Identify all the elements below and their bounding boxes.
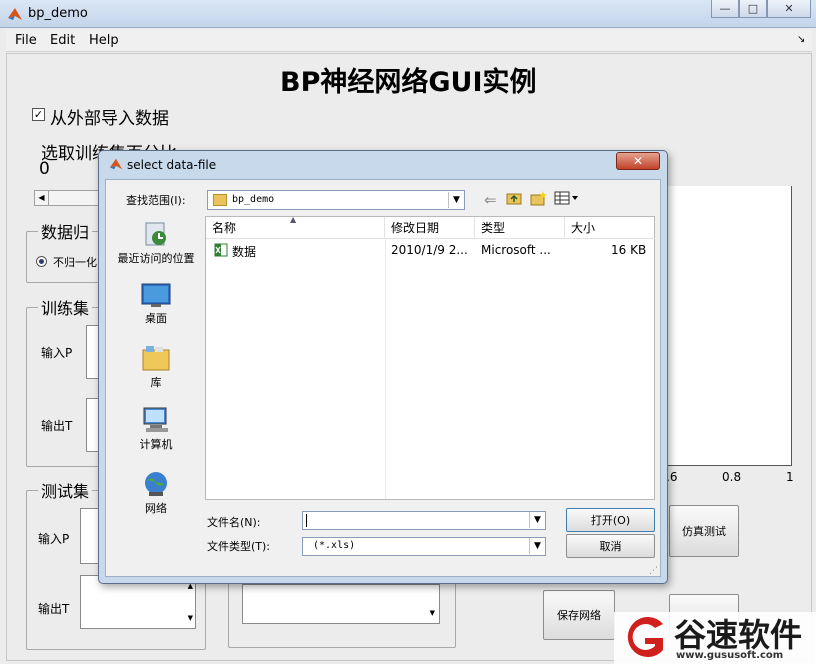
filetype-dropdown-arrow-icon[interactable]: ▼ bbox=[529, 538, 545, 554]
column-divider bbox=[385, 239, 386, 499]
new-folder-icon[interactable] bbox=[530, 190, 548, 206]
axis-tick-label: 1 bbox=[786, 470, 794, 484]
scroll-down-icon[interactable]: ▼ bbox=[188, 614, 193, 622]
filetype-select[interactable]: (*.xls) ▼ bbox=[302, 537, 546, 556]
menu-edit[interactable]: Edit bbox=[50, 33, 75, 48]
import-checkbox[interactable]: ✓ bbox=[32, 108, 45, 121]
minimize-button[interactable]: — bbox=[711, 0, 739, 18]
percent-value: 0 bbox=[39, 159, 50, 179]
matlab-logo-icon bbox=[109, 157, 123, 171]
lookin-combo[interactable]: bp_demo ▼ bbox=[207, 190, 465, 210]
import-checkbox-label: 从外部导入数据 bbox=[50, 109, 169, 129]
filename-label: 文件名(N): bbox=[207, 516, 261, 529]
menu-help[interactable]: Help bbox=[89, 33, 119, 48]
place-label: 库 bbox=[150, 376, 162, 389]
train-input-label: 输入P bbox=[41, 346, 73, 360]
normalize-group-title: 数据归 bbox=[38, 219, 93, 243]
libraries-icon bbox=[141, 344, 171, 372]
maximize-button[interactable]: □ bbox=[739, 0, 767, 18]
place-label: 计算机 bbox=[139, 438, 173, 451]
file-date: 2010/1/9 2... bbox=[391, 243, 468, 257]
close-button[interactable]: ✕ bbox=[767, 0, 811, 18]
dialog-close-button[interactable]: ✕ bbox=[616, 152, 660, 170]
desktop-icon bbox=[141, 282, 171, 308]
dock-arrow-icon[interactable]: ↘ bbox=[797, 34, 805, 45]
place-desktop[interactable]: 桌面 bbox=[114, 282, 198, 326]
place-label: 最近访问的位置 bbox=[117, 252, 195, 265]
column-header-size[interactable]: 大小 bbox=[565, 217, 655, 239]
resize-grip-icon[interactable]: ⋰ bbox=[649, 566, 658, 576]
normalize-radio[interactable] bbox=[36, 256, 47, 267]
train-output-label: 输出T bbox=[41, 419, 73, 433]
radio-dot bbox=[39, 259, 44, 264]
file-type: Microsoft ... bbox=[481, 243, 551, 257]
lookin-label: 查找范围(I): bbox=[126, 194, 186, 207]
lookin-dropdown-arrow-icon[interactable]: ▼ bbox=[448, 192, 464, 208]
watermark: 谷速软件 www.gususoft.com bbox=[614, 612, 816, 664]
test-input-label: 输入P bbox=[38, 532, 70, 546]
file-row[interactable]: 数据 2010/1/9 2... Microsoft ... 16 KB bbox=[206, 241, 654, 261]
main-title-bar: bp_demo — □ ✕ bbox=[0, 0, 816, 28]
gususoft-logo-icon bbox=[619, 614, 669, 660]
simulate-test-button[interactable]: 仿真测试 bbox=[669, 505, 739, 557]
save-network-button[interactable]: 保存网络 bbox=[543, 590, 615, 640]
filetype-label: 文件类型(T): bbox=[207, 540, 271, 553]
dialog-body: 查找范围(I): bp_demo ▼ ⇐ 最近访问的位置 桌面 库 计算机 网络… bbox=[105, 179, 661, 577]
computer-icon bbox=[141, 406, 171, 434]
excel-file-icon bbox=[214, 243, 228, 257]
train-group-title: 训练集 bbox=[38, 295, 93, 319]
window-title: bp_demo bbox=[28, 6, 88, 21]
sort-asc-icon: ▲ bbox=[290, 215, 297, 224]
place-network[interactable]: 网络 bbox=[114, 470, 198, 516]
slider-left-arrow-icon[interactable]: ◀ bbox=[35, 191, 49, 205]
place-label: 网络 bbox=[145, 502, 167, 515]
plot-axes bbox=[662, 186, 792, 466]
middle-panel-field[interactable]: ▼ bbox=[242, 584, 440, 624]
filename-input[interactable]: ▼ bbox=[302, 511, 546, 530]
column-header-name[interactable]: 名称 ▲ bbox=[206, 215, 385, 239]
text-cursor bbox=[306, 514, 307, 527]
watermark-url: www.gususoft.com bbox=[676, 650, 784, 661]
percent-slider[interactable]: ◀ bbox=[34, 190, 104, 206]
place-libraries[interactable]: 库 bbox=[114, 344, 198, 390]
filetype-value: (*.xls) bbox=[313, 540, 356, 551]
gui-title: BP神经网络GUI实例 bbox=[280, 67, 537, 98]
column-header-type[interactable]: 类型 bbox=[475, 217, 565, 239]
scroll-down-icon[interactable]: ▼ bbox=[430, 609, 435, 617]
file-list[interactable]: 名称 ▲ 修改日期 类型 大小 数据 2010/1/9 2... Microso… bbox=[205, 215, 655, 500]
select-file-dialog: select data-file ✕ 查找范围(I): bp_demo ▼ ⇐ … bbox=[98, 150, 668, 584]
view-menu-icon[interactable] bbox=[554, 191, 580, 205]
normalize-option-label: 不归一化 bbox=[53, 256, 97, 269]
menu-file[interactable]: File bbox=[15, 33, 37, 48]
test-output-label: 输出T bbox=[38, 602, 70, 616]
menu-bar: File Edit Help ↘ bbox=[6, 30, 812, 52]
recent-places-icon bbox=[142, 220, 170, 248]
open-button[interactable]: 打开(O) bbox=[566, 508, 655, 532]
filename-dropdown-arrow-icon[interactable]: ▼ bbox=[529, 512, 545, 528]
file-name: 数据 bbox=[232, 245, 257, 259]
file-size: 16 KB bbox=[611, 243, 647, 257]
column-header-label: 名称 bbox=[212, 221, 237, 235]
place-recent[interactable]: 最近访问的位置 bbox=[114, 220, 198, 266]
axis-tick-label: 0.8 bbox=[722, 470, 742, 484]
folder-icon bbox=[213, 194, 227, 206]
place-label: 桌面 bbox=[145, 312, 167, 325]
place-computer[interactable]: 计算机 bbox=[114, 406, 198, 452]
dialog-title: select data-file bbox=[127, 158, 217, 172]
lookin-value: bp_demo bbox=[232, 194, 275, 205]
test-group-title: 测试集 bbox=[38, 478, 93, 502]
back-arrow-icon[interactable]: ⇐ bbox=[484, 191, 497, 209]
column-header-date[interactable]: 修改日期 bbox=[385, 217, 475, 239]
up-folder-icon[interactable] bbox=[506, 191, 522, 205]
network-icon bbox=[141, 470, 171, 498]
matlab-logo-icon bbox=[7, 6, 23, 22]
cancel-button[interactable]: 取消 bbox=[566, 534, 655, 558]
